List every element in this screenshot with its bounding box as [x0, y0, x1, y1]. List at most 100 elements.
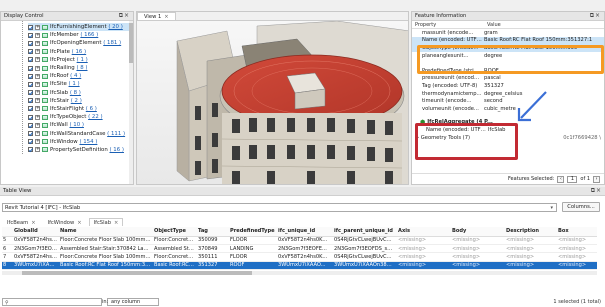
tab-view-1[interactable]: View 1 ×: [137, 12, 176, 20]
feature-page-input[interactable]: 1: [567, 175, 578, 183]
layer-checkbox[interactable]: [28, 131, 33, 137]
column-header[interactable]: ifc_unique_id: [275, 227, 331, 237]
expand-icon[interactable]: +: [35, 131, 40, 137]
layer-checkbox[interactable]: [28, 49, 33, 55]
layer-checkbox[interactable]: [28, 40, 33, 46]
tree-item-count[interactable]: ( 8 ): [70, 90, 81, 96]
tree-item-count[interactable]: ( 6 ): [86, 106, 97, 112]
tree-item-count[interactable]: ( 4 ): [70, 73, 81, 79]
column-header[interactable]: Name: [57, 227, 151, 237]
close-icon[interactable]: ×: [31, 220, 35, 226]
expand-icon[interactable]: +: [35, 40, 40, 46]
tree-item-count[interactable]: ( 16 ): [109, 147, 124, 153]
column-header[interactable]: ObjectType: [151, 227, 195, 237]
expand-icon[interactable]: +: [35, 32, 40, 38]
column-header[interactable]: [2, 227, 11, 237]
tree-item[interactable]: + IfcRoof ( 4 ): [28, 72, 133, 80]
tree-item-count[interactable]: ( 16 ): [72, 49, 87, 55]
tree-item[interactable]: + IfcWall ( 10 ): [28, 121, 133, 129]
tree-item[interactable]: + IfcStair ( 2 ): [28, 97, 133, 105]
tree-item[interactable]: + IfcRailing ( 8 ): [28, 64, 133, 72]
columns-button[interactable]: Columns...: [562, 202, 600, 212]
expand-icon[interactable]: +: [35, 49, 40, 55]
expand-icon[interactable]: +: [35, 106, 40, 112]
tree-item[interactable]: + PropertySetDefinition ( 16 ): [28, 146, 133, 154]
layer-checkbox[interactable]: [28, 81, 33, 87]
expand-icon[interactable]: +: [35, 57, 40, 63]
property-row[interactable]: volumeunit (encode... cubic_metre: [412, 105, 604, 113]
layer-tab[interactable]: IfcBeam ×: [2, 218, 41, 226]
close-icon[interactable]: ×: [77, 220, 81, 226]
layer-checkbox[interactable]: [28, 106, 33, 112]
table-row[interactable]: 8 3WUmxU7iXAA... Basic Roof:RC Flat Roof 1…: [2, 261, 597, 271]
column-header[interactable]: Body: [449, 227, 503, 237]
layer-checkbox[interactable]: [28, 90, 33, 96]
next-feature-button[interactable]: ›: [593, 175, 600, 183]
table-row[interactable]: 6 2N3Gom7f3EOF... Assembled Stair:Stair:37…: [2, 244, 597, 254]
tree-item-count[interactable]: ( 111 ): [107, 131, 125, 137]
column-header[interactable]: Axis: [395, 227, 449, 237]
table-row[interactable]: 5 0xVF58T2n4hs0... Floor:Concrete Floor Sl…: [2, 236, 597, 245]
expand-icon[interactable]: +: [35, 65, 40, 71]
layer-checkbox[interactable]: [28, 57, 33, 63]
column-header[interactable]: GlobalId: [11, 227, 57, 237]
close-icon[interactable]: ×: [114, 220, 118, 226]
tree-item[interactable]: + IfcPlate ( 16 ): [28, 48, 133, 56]
expand-icon[interactable]: +: [35, 122, 40, 128]
tree-item-count[interactable]: ( 10 ): [69, 122, 84, 128]
expand-icon[interactable]: +: [35, 114, 40, 120]
column-header[interactable]: ifc_parent_unique_id: [331, 227, 395, 237]
expand-icon[interactable]: +: [35, 147, 40, 153]
layer-checkbox[interactable]: [28, 32, 33, 38]
tree-item[interactable]: + IfcProject ( 1 ): [28, 56, 133, 64]
layer-checkbox[interactable]: [28, 65, 33, 71]
property-row[interactable]: Tag (encoded: UTF-8) 351327: [412, 82, 604, 90]
tree-item-count[interactable]: ( 166 ): [80, 32, 98, 38]
table-row[interactable]: 7 0xVF58T2n4hs0... Floor:Concrete Floor Sl…: [2, 252, 597, 262]
column-header[interactable]: PredefinedType: [227, 227, 275, 237]
expand-icon[interactable]: +: [35, 81, 40, 87]
close-icon[interactable]: ×: [164, 14, 168, 20]
tree-item-count[interactable]: ( 154 ): [79, 139, 97, 145]
layer-tab[interactable]: IfcWindow ×: [43, 218, 87, 226]
property-row[interactable]: pressureunit (encode... pascal: [412, 75, 604, 83]
tree-item[interactable]: + IfcOpeningElement ( 181 ): [28, 39, 133, 47]
tree-item-count[interactable]: ( 8 ): [76, 65, 87, 71]
tree-item[interactable]: + IfcTypeObject ( 22 ): [28, 113, 133, 121]
prev-feature-button[interactable]: ‹: [557, 175, 565, 183]
tree-item[interactable]: + IfcStairFlight ( 6 ): [28, 105, 133, 113]
table-hscrollbar[interactable]: [2, 271, 597, 275]
panel-controls[interactable]: ⧉×: [119, 12, 130, 20]
3d-viewport[interactable]: [137, 20, 408, 184]
panel-controls[interactable]: ⧉×: [591, 187, 602, 195]
layer-checkbox[interactable]: [28, 122, 33, 128]
tree-item-count[interactable]: ( 20 ): [108, 24, 123, 30]
column-filter-select[interactable]: in: any column: [102, 298, 159, 306]
column-header[interactable]: Box: [555, 227, 597, 237]
tree-item[interactable]: + IfcWindow ( 154 ): [28, 138, 133, 146]
tree-scrollbar[interactable]: [129, 21, 133, 184]
expand-icon[interactable]: +: [35, 90, 40, 96]
layer-checkbox[interactable]: [28, 73, 33, 79]
layer-tab[interactable]: IfcSlab ×: [88, 218, 124, 226]
tree-item-count[interactable]: ( 1 ): [69, 81, 80, 87]
source-select[interactable]: Revit Tutorial 4 [IFC] - IfcSlab ▾: [2, 202, 557, 212]
expand-icon[interactable]: +: [35, 73, 40, 79]
layer-checkbox[interactable]: [28, 114, 33, 120]
expand-icon[interactable]: +: [35, 139, 40, 145]
layer-checkbox[interactable]: [28, 98, 33, 104]
property-row[interactable]: timeunit (encode... second: [412, 97, 604, 105]
expand-icon[interactable]: +: [35, 24, 40, 30]
tree-item-count[interactable]: ( 2 ): [71, 98, 82, 104]
table-search-input[interactable]: ⚲: [2, 298, 102, 306]
property-row[interactable]: massunit (encode... gram: [412, 29, 604, 37]
property-row[interactable]: Name (encoded: UTF-8) Basic Roof:RC Flat …: [412, 36, 604, 45]
property-row[interactable]: thermodynamictemp... degree_celsius: [412, 90, 604, 98]
layer-checkbox[interactable]: [28, 147, 33, 153]
tree-item[interactable]: + IfcFurnishingElement ( 20 ): [28, 23, 133, 32]
layer-checkbox[interactable]: [28, 139, 33, 145]
tree-item[interactable]: + IfcSite ( 1 ): [28, 80, 133, 88]
tree-item-count[interactable]: ( 22 ): [88, 114, 103, 120]
column-header[interactable]: Tag: [195, 227, 227, 237]
tree-item[interactable]: + IfcMember ( 166 ): [28, 31, 133, 39]
